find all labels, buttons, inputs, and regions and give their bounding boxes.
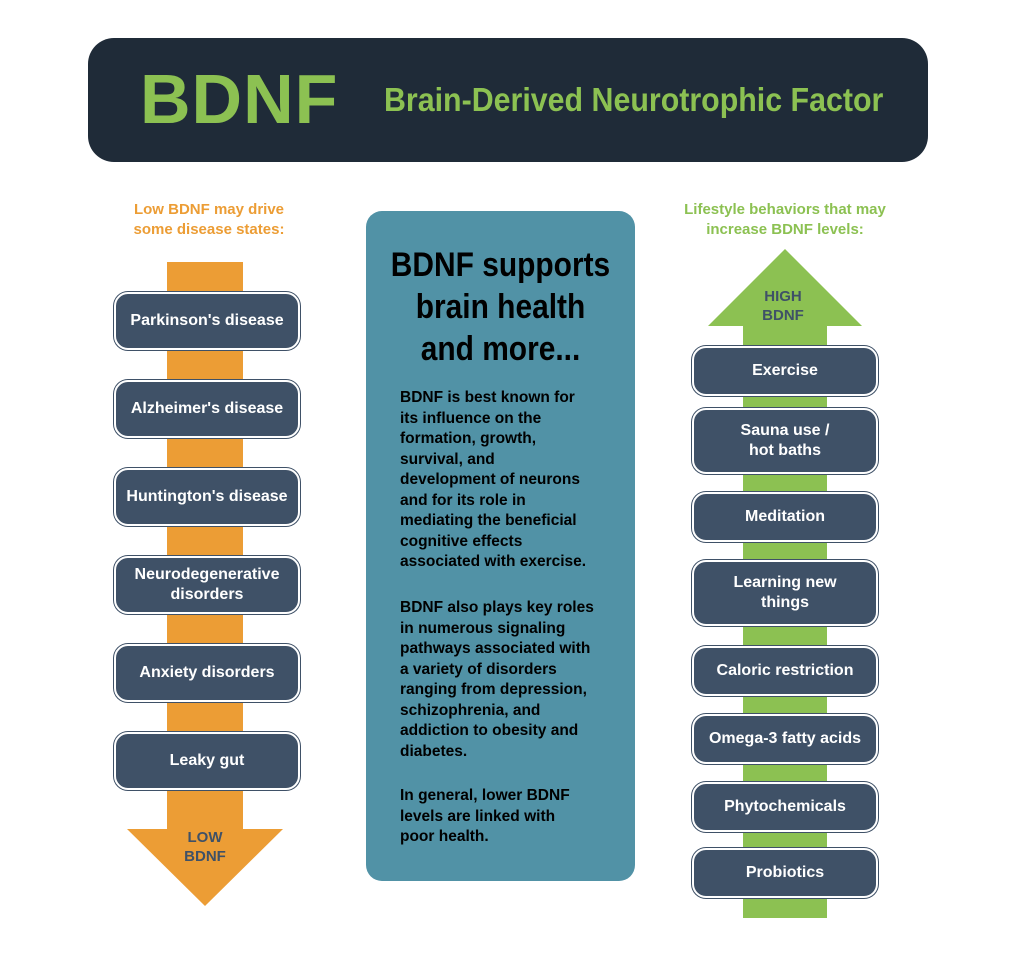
low-bdnf-label-line2: BDNF	[184, 848, 226, 865]
center-title-line3: and more...	[420, 330, 581, 368]
paragraph-line: pathways associated with	[400, 640, 591, 657]
disease-item-anxiety: Anxiety disorders	[114, 644, 300, 702]
paragraph-line: addiction to obesity and	[400, 722, 579, 739]
center-paragraph-1: BDNF is best known for its influence on …	[400, 388, 620, 573]
paragraph-line: BDNF is best known for	[400, 389, 575, 406]
lifestyle-item-label-line2: hot baths	[748, 442, 821, 459]
lifestyle-item-label: Exercise	[752, 362, 818, 379]
high-bdnf-label-line2: BDNF	[762, 307, 804, 324]
center-title-line2: brain health	[415, 288, 586, 326]
disease-item-label: Anxiety disorders	[139, 664, 275, 681]
lifestyle-item-probiotics: Probiotics	[692, 848, 878, 898]
lifestyle-item-meditation: Meditation	[692, 492, 878, 542]
high-bdnf-label-line1: HIGH	[764, 288, 802, 305]
left-caption-line1: Low BDNF may drive	[133, 201, 285, 218]
right-caption-line2: increase BDNF levels:	[706, 221, 864, 238]
paragraph-line: in numerous signaling	[400, 619, 566, 637]
disease-item-label: Huntington's disease	[126, 488, 288, 505]
disease-item-leaky-gut: Leaky gut	[114, 732, 300, 790]
left-caption-line2: some disease states:	[133, 221, 285, 238]
lifestyle-item-label: Meditation	[745, 508, 825, 525]
disease-item-huntingtons: Huntington's disease	[114, 468, 300, 526]
center-paragraph-3: In general, lower BDNF levels are linked…	[400, 786, 620, 848]
paragraph-line: and for its role in	[400, 491, 526, 509]
disease-item-neurodegenerative: Neurodegenerative disorders	[114, 556, 300, 614]
lifestyle-item-omega3: Omega-3 fatty acids	[692, 714, 878, 764]
left-caption: Low BDNF may drive some disease states:	[100, 200, 318, 240]
paragraph-line: development of neurons	[400, 471, 580, 488]
disease-item-label: Alzheimer's disease	[130, 400, 284, 417]
paragraph-line: diabetes.	[400, 742, 468, 760]
lifestyle-item-label: Phytochemicals	[724, 798, 846, 815]
lifestyle-item-label: Probiotics	[745, 864, 825, 881]
paragraph-line: In general, lower BDNF	[400, 787, 570, 804]
disease-item-alzheimers: Alzheimer's disease	[114, 380, 300, 438]
lifestyle-item-label: Caloric restriction	[716, 662, 854, 679]
lifestyle-item-sauna: Sauna use / hot baths	[692, 408, 878, 474]
paragraph-line: associated with exercise.	[400, 553, 587, 570]
paragraph-line: a variety of disorders	[400, 660, 557, 678]
lifestyle-item-label: Learning new	[733, 574, 837, 591]
disease-item-label-line2: disorders	[170, 586, 244, 603]
paragraph-line: levels are linked with	[400, 807, 556, 825]
paragraph-line: schizophrenia, and	[400, 701, 541, 719]
low-bdnf-label: LOW BDNF	[165, 828, 245, 866]
paragraph-line: poor health.	[400, 828, 489, 845]
paragraph-line: formation, growth,	[400, 430, 537, 447]
right-caption: Lifestyle behaviors that may increase BD…	[650, 200, 920, 240]
lifestyle-item-caloric-restriction: Caloric restriction	[692, 646, 878, 696]
high-bdnf-label: HIGH BDNF	[743, 287, 823, 325]
disease-item-label: Parkinson's disease	[130, 312, 284, 329]
paragraph-line: survival, and	[400, 450, 495, 468]
lifestyle-item-learning: Learning new things	[692, 560, 878, 626]
center-title-line1: BDNF supports	[390, 246, 611, 284]
disease-item-parkinsons: Parkinson's disease	[114, 292, 300, 350]
lifestyle-item-label: Omega-3 fatty acids	[708, 730, 862, 747]
lifestyle-item-exercise: Exercise	[692, 346, 878, 396]
lifestyle-item-phytochemicals: Phytochemicals	[692, 782, 878, 832]
disease-item-label: Neurodegenerative	[134, 566, 280, 583]
lifestyle-item-label: Sauna use /	[740, 422, 830, 439]
lifestyle-item-label-line2: things	[761, 594, 809, 611]
paragraph-line: BDNF also plays key roles	[400, 599, 594, 616]
center-paragraph-2: BDNF also plays key roles in numerous si…	[400, 598, 620, 762]
paragraph-line: its influence on the	[400, 409, 542, 427]
paragraph-line: cognitive effects	[400, 532, 523, 550]
disease-item-label: Leaky gut	[169, 752, 245, 769]
right-caption-line1: Lifestyle behaviors that may	[684, 201, 886, 218]
paragraph-line: mediating the beneficial	[400, 512, 577, 529]
paragraph-line: ranging from depression,	[400, 681, 587, 698]
low-bdnf-label-line1: LOW	[187, 829, 223, 846]
center-title: BDNF supports brain health and more...	[382, 244, 619, 370]
